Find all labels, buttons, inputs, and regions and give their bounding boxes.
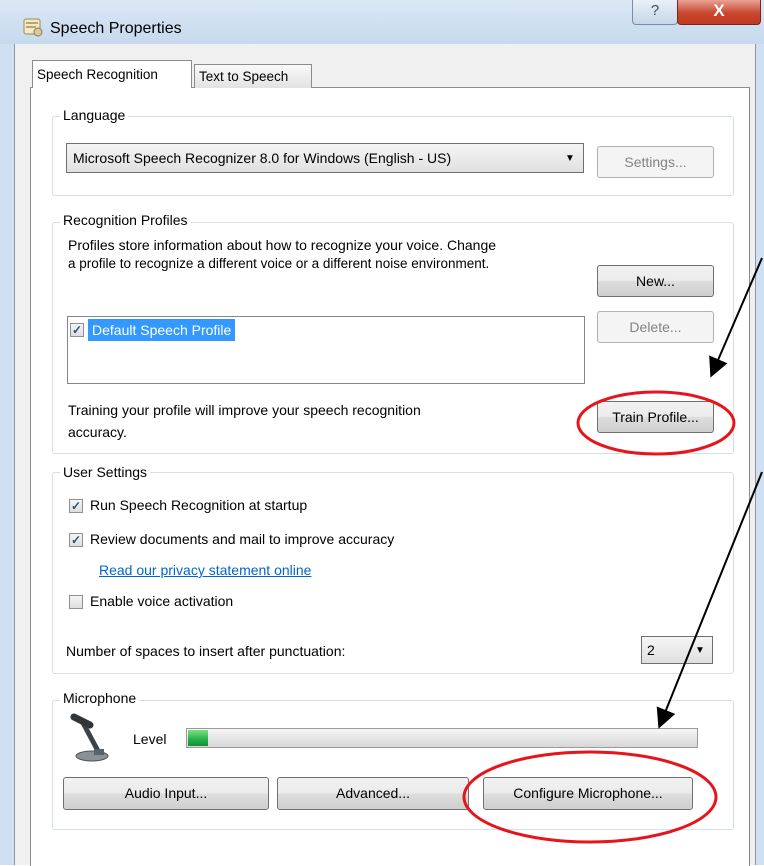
privacy-statement-link[interactable]: Read our privacy statement online <box>99 562 311 578</box>
microphone-group-label: Microphone <box>60 690 140 706</box>
profile-checkbox[interactable]: ✓ <box>70 323 84 337</box>
training-text-line1: Training your profile will improve your … <box>68 402 421 418</box>
level-meter-fill <box>188 730 208 746</box>
profiles-description-line2: a profile to recognize a different voice… <box>68 256 490 271</box>
run-at-startup-label[interactable]: Run Speech Recognition at startup <box>90 497 307 513</box>
spaces-after-punctuation-label: Number of spaces to insert after punctua… <box>66 643 346 659</box>
recognition-profiles-group-label: Recognition Profiles <box>60 212 191 228</box>
run-at-startup-checkbox[interactable]: ✓ <box>69 499 83 513</box>
chevron-down-icon: ▼ <box>565 153 575 164</box>
level-label: Level <box>133 731 167 747</box>
recognizer-value: Microsoft Speech Recognizer 8.0 for Wind… <box>73 150 452 166</box>
tab-text-to-speech[interactable]: Text to Speech <box>194 64 312 88</box>
new-profile-button[interactable]: New... <box>597 265 714 297</box>
close-button[interactable]: X <box>677 0 761 25</box>
speech-app-icon <box>22 16 44 38</box>
microphone-group <box>52 700 734 830</box>
profiles-list[interactable]: ✓ Default Speech Profile <box>67 316 585 384</box>
training-text-line2: accuracy. <box>68 424 127 440</box>
help-button[interactable]: ? <box>632 0 678 25</box>
advanced-button[interactable]: Advanced... <box>277 777 469 810</box>
window-title: Speech Properties <box>50 20 182 37</box>
recognizer-dropdown[interactable]: Microsoft Speech Recognizer 8.0 for Wind… <box>66 143 584 173</box>
train-profile-button[interactable]: Train Profile... <box>597 401 714 433</box>
spaces-value: 2 <box>647 642 655 658</box>
voice-activation-label[interactable]: Enable voice activation <box>90 593 233 609</box>
review-documents-checkbox[interactable]: ✓ <box>69 533 83 547</box>
audio-input-button[interactable]: Audio Input... <box>63 777 269 810</box>
review-documents-label[interactable]: Review documents and mail to improve acc… <box>90 531 394 547</box>
profile-name: Default Speech Profile <box>88 319 236 341</box>
voice-activation-checkbox[interactable] <box>69 595 83 609</box>
language-group-label: Language <box>60 107 129 123</box>
configure-microphone-button[interactable]: Configure Microphone... <box>483 777 693 810</box>
tab-speech-recognition[interactable]: Speech Recognition <box>32 60 192 88</box>
delete-profile-button[interactable]: Delete... <box>597 311 714 343</box>
chevron-down-icon: ▼ <box>695 645 705 656</box>
profiles-description-line1: Profiles store information about how to … <box>68 237 497 253</box>
user-settings-group-label: User Settings <box>60 464 151 480</box>
settings-button[interactable]: Settings... <box>597 146 714 178</box>
microphone-icon <box>70 711 122 763</box>
microphone-level-meter <box>186 728 698 748</box>
spaces-dropdown[interactable]: 2 ▼ <box>641 636 713 664</box>
